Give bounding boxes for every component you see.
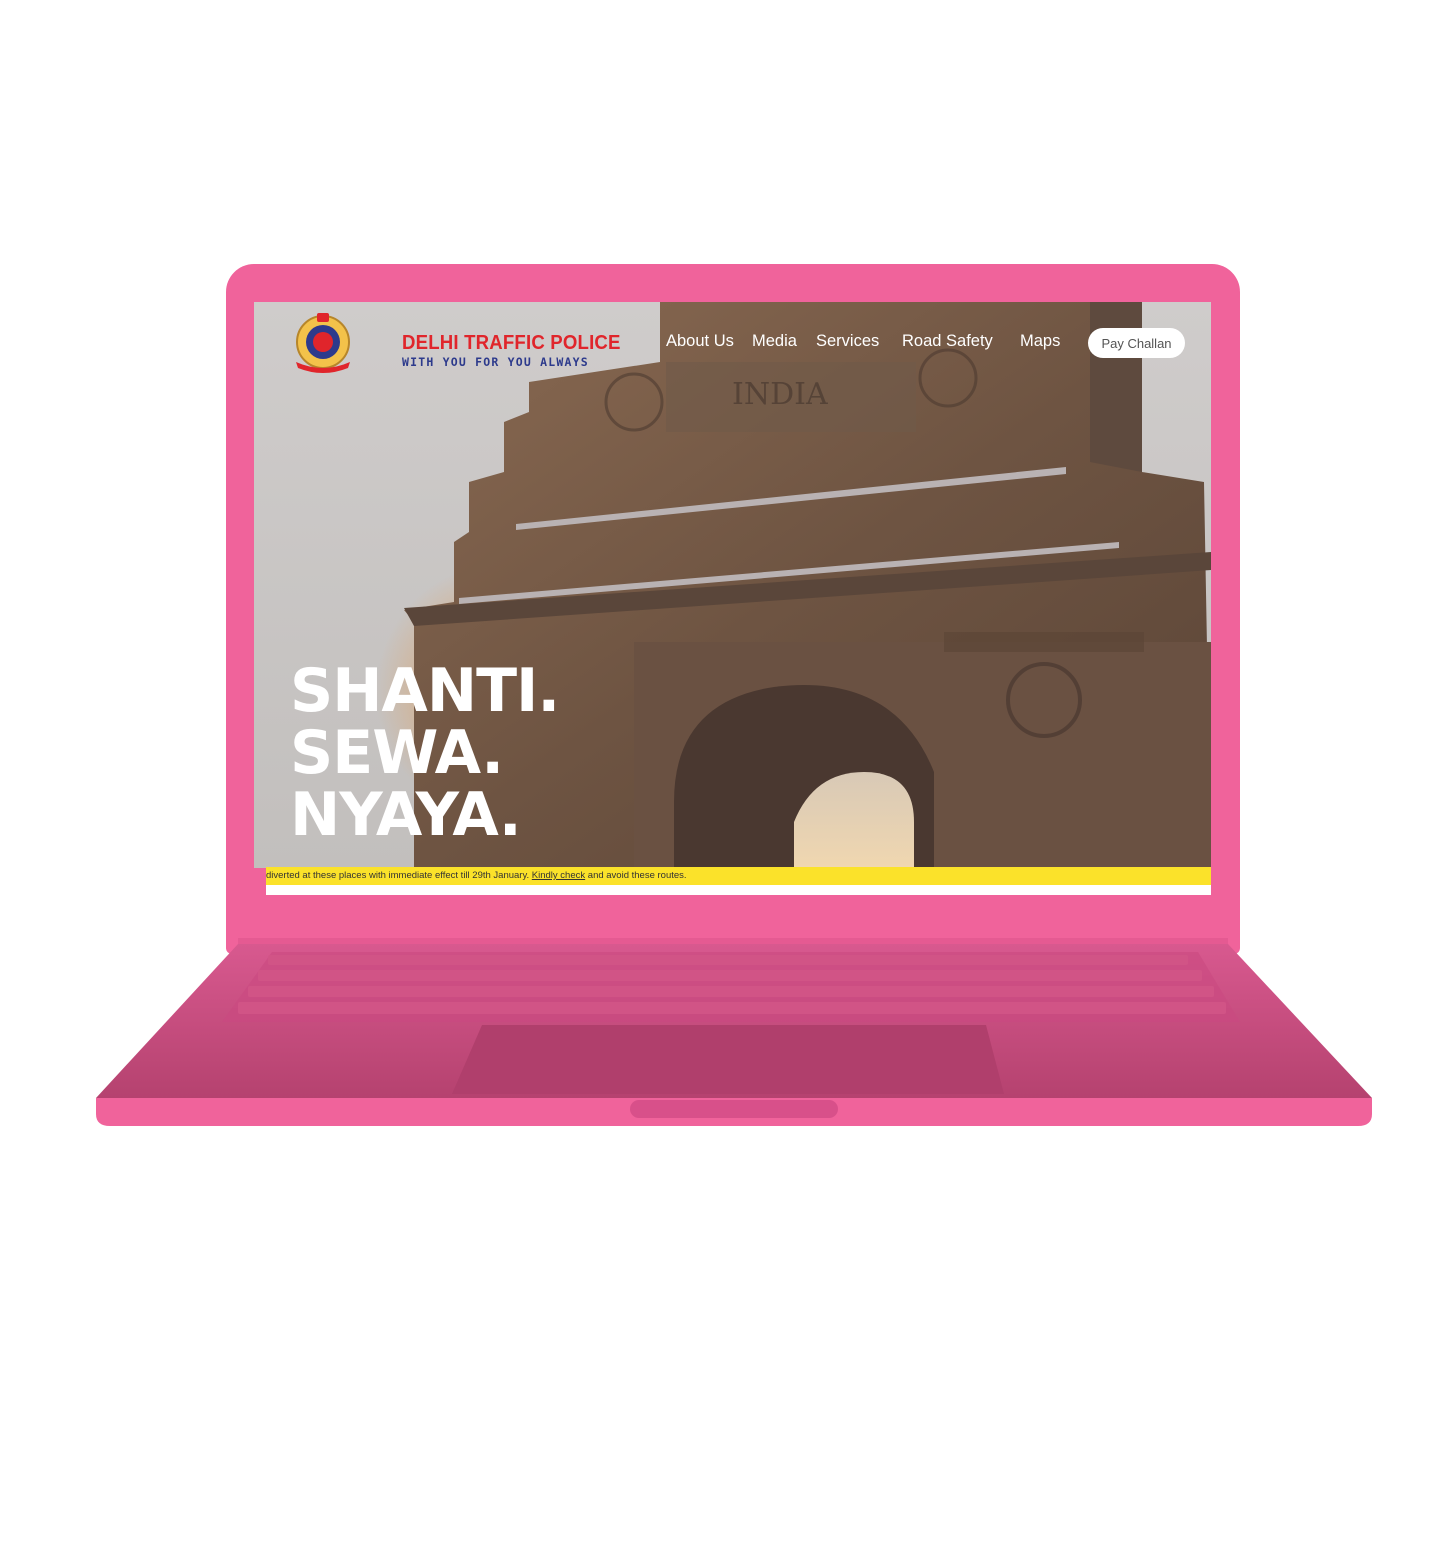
laptop-base <box>96 938 1372 1126</box>
